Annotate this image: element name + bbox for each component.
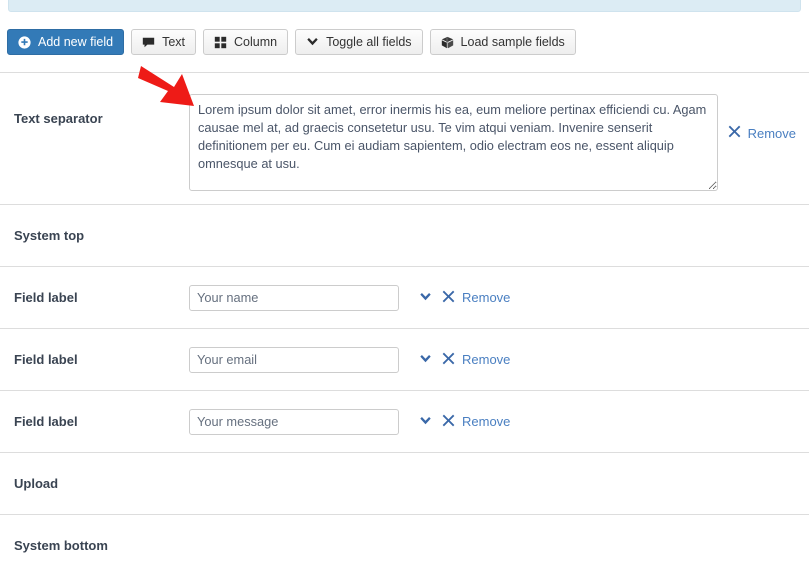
remove-field-link[interactable]: Remove <box>442 352 510 368</box>
field-row-actions: Remove <box>417 289 510 306</box>
field-value-input[interactable] <box>189 346 399 373</box>
field-row-your-name: Field label Remove <box>0 266 809 328</box>
expand-field-chevron-down-icon[interactable] <box>417 351 434 368</box>
text-field-button[interactable]: Text <box>131 29 196 55</box>
close-icon <box>442 414 455 430</box>
section-heading-label: Upload <box>14 476 59 491</box>
field-value-input[interactable] <box>189 284 399 311</box>
remove-field-link[interactable]: Remove <box>442 414 510 430</box>
chevron-down-icon <box>306 36 319 49</box>
field-row-label: Field label <box>14 414 78 429</box>
field-value-input[interactable] <box>189 408 399 435</box>
comment-icon <box>142 36 155 49</box>
field-row-label: Field label <box>14 290 78 305</box>
close-icon <box>442 352 455 368</box>
fields-toolbar: Add new field Text Column Toggle all fie… <box>7 29 802 55</box>
grid-icon <box>214 36 227 49</box>
close-icon <box>442 290 455 306</box>
toggle-all-fields-button[interactable]: Toggle all fields <box>295 29 423 55</box>
remove-field-label: Remove <box>747 125 796 141</box>
expand-field-chevron-down-icon[interactable] <box>417 413 434 430</box>
field-row-your-email: Field label Remove <box>0 328 809 390</box>
expand-field-chevron-down-icon[interactable] <box>417 289 434 306</box>
text-separator-textarea[interactable] <box>189 94 718 191</box>
add-new-field-label: Add new field <box>38 34 114 49</box>
remove-field-label: Remove <box>462 290 511 305</box>
add-new-field-button[interactable]: Add new field <box>7 29 125 55</box>
field-row-text-separator: Text separator Remove <box>0 72 809 204</box>
field-row-label: Field label <box>14 352 78 367</box>
section-heading-label: System bottom <box>14 538 108 553</box>
fields-list: Text separator Remove System top Field l… <box>0 72 809 576</box>
plus-circle-icon <box>18 35 31 49</box>
load-sample-fields-label: Load sample fields <box>460 34 565 49</box>
text-field-label: Text <box>162 34 185 49</box>
section-heading-system-top: System top <box>0 204 809 266</box>
remove-field-link[interactable]: Remove <box>728 125 796 141</box>
remove-field-label: Remove <box>462 352 511 367</box>
info-alert-bar <box>8 0 801 12</box>
load-sample-fields-button[interactable]: Load sample fields <box>429 29 576 55</box>
toggle-all-fields-label: Toggle all fields <box>326 34 412 49</box>
section-heading-system-bottom: System bottom <box>0 514 809 576</box>
section-heading-label: System top <box>14 228 85 243</box>
section-heading-upload: Upload <box>0 452 809 514</box>
column-field-button[interactable]: Column <box>203 29 289 55</box>
field-row-label: Text separator <box>14 111 103 126</box>
cube-icon <box>441 36 454 49</box>
field-row-actions: Remove <box>417 413 510 430</box>
remove-field-link[interactable]: Remove <box>442 290 510 306</box>
column-field-label: Column <box>234 34 278 49</box>
close-icon <box>728 125 741 141</box>
field-row-your-message: Field label Remove <box>0 390 809 452</box>
remove-field-label: Remove <box>462 414 511 429</box>
field-row-actions: Remove <box>417 351 510 368</box>
